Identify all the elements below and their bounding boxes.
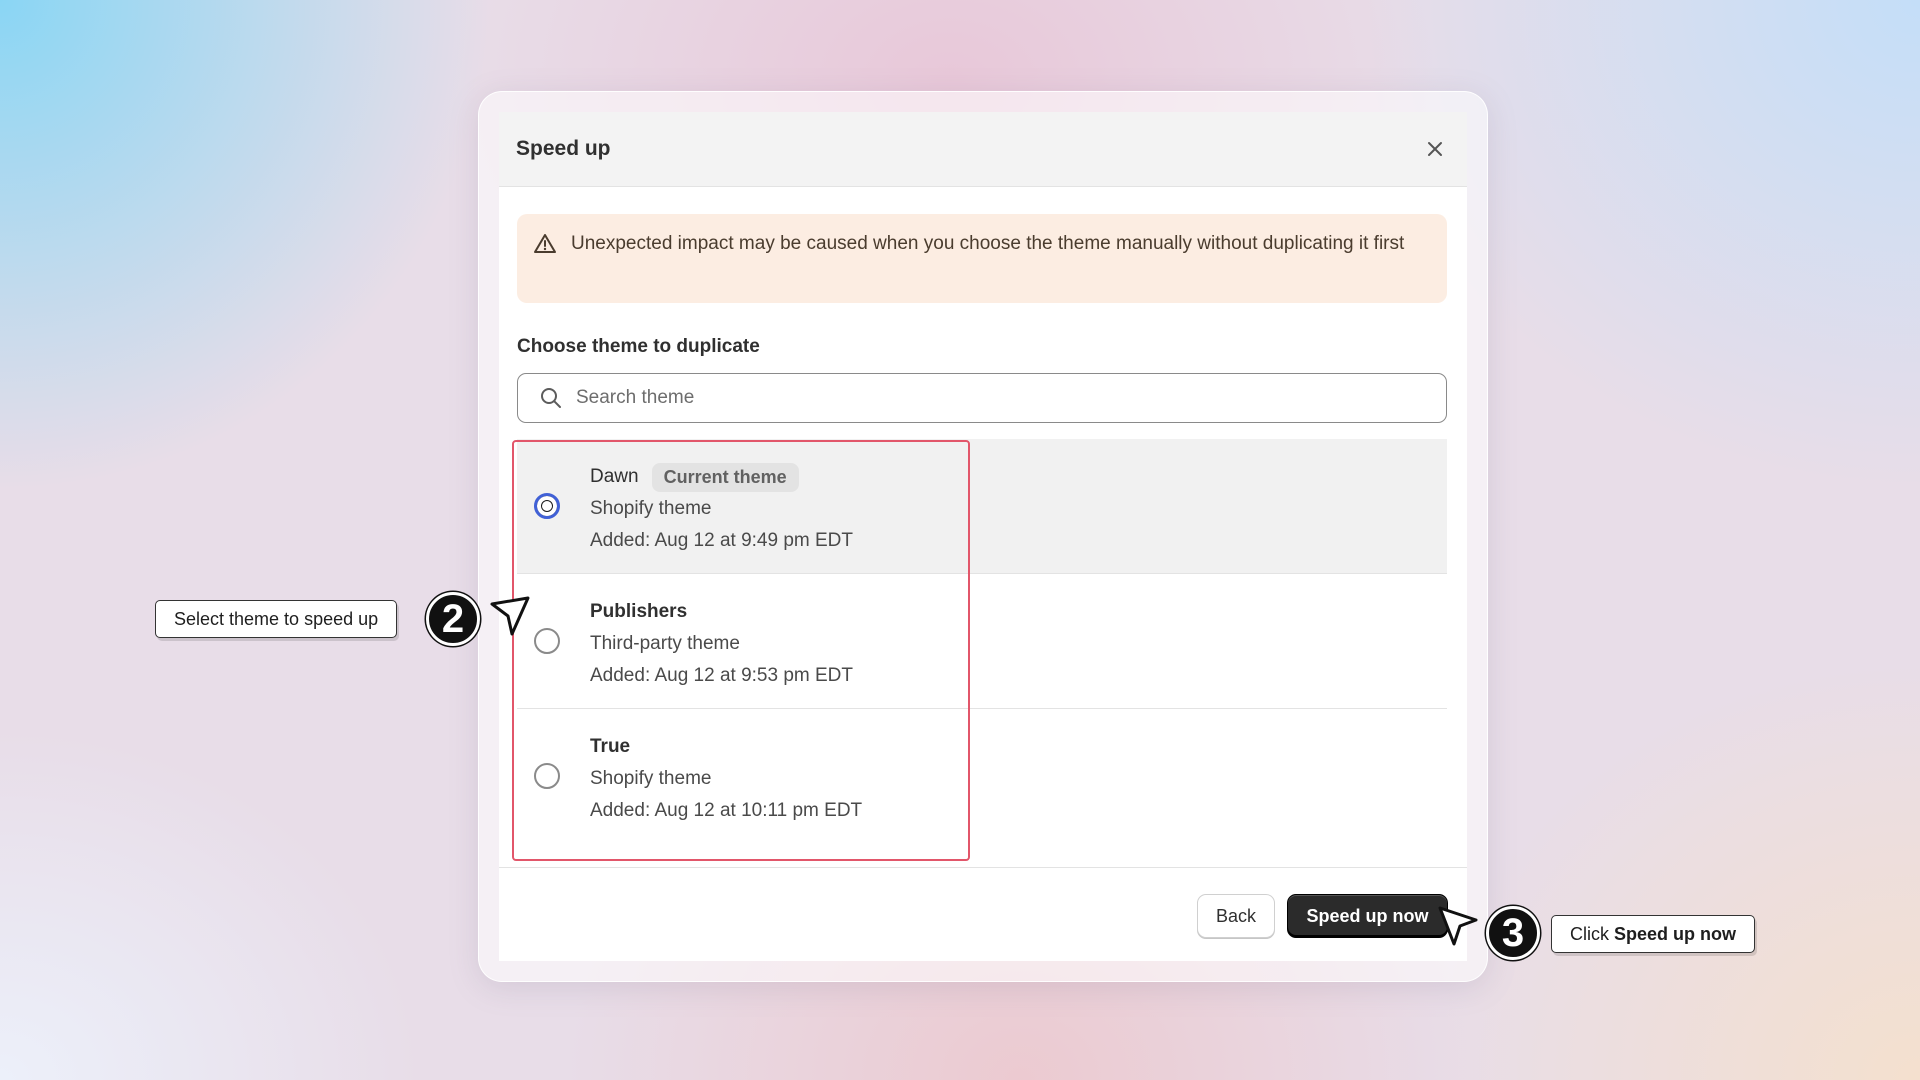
step3-callout-prefix: Click <box>1570 923 1614 944</box>
theme-info: True Shopify theme Added: Aug 12 at 10:1… <box>590 731 862 827</box>
search-input[interactable] <box>576 387 1396 409</box>
step2-callout-text: Select theme to speed up <box>174 608 379 629</box>
theme-name-row: True <box>590 731 862 763</box>
theme-item-dawn[interactable]: Dawn Current theme Shopify theme Added: … <box>517 439 1447 574</box>
dialog-footer: Back Speed up now <box>499 867 1467 961</box>
theme-name-row: Dawn Current theme <box>590 461 853 493</box>
theme-item-publishers[interactable]: Publishers Third-party theme Added: Aug … <box>517 574 1447 709</box>
theme-added-date: Added: Aug 12 at 9:49 pm EDT <box>590 530 854 551</box>
speed-up-dialog: Speed up Unexpected impact may be caused… <box>499 112 1467 961</box>
close-icon[interactable] <box>1420 134 1450 164</box>
theme-added-date: Added: Aug 12 at 9:53 pm EDT <box>590 665 854 686</box>
dialog-title: Speed up <box>516 137 611 160</box>
warning-text: Unexpected impact may be caused when you… <box>571 233 1405 254</box>
theme-name: True <box>590 736 631 757</box>
theme-info: Dawn Current theme Shopify theme Added: … <box>590 461 853 557</box>
pointer-cursor-icon <box>1438 906 1478 946</box>
step2-number: 2 <box>441 596 465 641</box>
radio-true[interactable] <box>534 763 560 789</box>
back-button[interactable]: Back <box>1197 894 1275 938</box>
step3-badge: 3 <box>1486 906 1540 960</box>
section-label: Choose theme to duplicate <box>517 336 760 357</box>
step3-number: 3 <box>1501 910 1525 955</box>
step3-callout-bold: Speed up now <box>1614 923 1737 944</box>
speed-up-now-button[interactable]: Speed up now <box>1287 894 1448 938</box>
search-icon <box>541 388 561 408</box>
theme-item-true[interactable]: True Shopify theme Added: Aug 12 at 10:1… <box>517 709 1447 844</box>
warning-banner: Unexpected impact may be caused when you… <box>517 214 1447 303</box>
dialog-header: Speed up <box>499 112 1467 187</box>
step3-callout: Click Speed up now <box>1551 915 1756 953</box>
warning-triangle-icon <box>534 234 556 253</box>
theme-type: Shopify theme <box>590 498 712 519</box>
theme-name-row: Publishers <box>590 596 853 628</box>
current-theme-badge: Current theme <box>651 462 799 492</box>
step2-callout: Select theme to speed up <box>155 600 398 638</box>
theme-info: Publishers Third-party theme Added: Aug … <box>590 596 853 692</box>
theme-type: Third-party theme <box>590 633 740 654</box>
radio-publishers[interactable] <box>534 628 560 654</box>
radio-dawn[interactable] <box>534 493 560 519</box>
theme-added-date: Added: Aug 12 at 10:11 pm EDT <box>590 800 863 821</box>
pointer-cursor-icon <box>490 596 530 636</box>
theme-name: Dawn <box>590 466 639 487</box>
step2-badge: 2 <box>426 592 480 646</box>
theme-list: Dawn Current theme Shopify theme Added: … <box>517 439 1447 844</box>
theme-name: Publishers <box>590 601 688 622</box>
search-field[interactable] <box>517 373 1447 423</box>
theme-type: Shopify theme <box>590 768 712 789</box>
